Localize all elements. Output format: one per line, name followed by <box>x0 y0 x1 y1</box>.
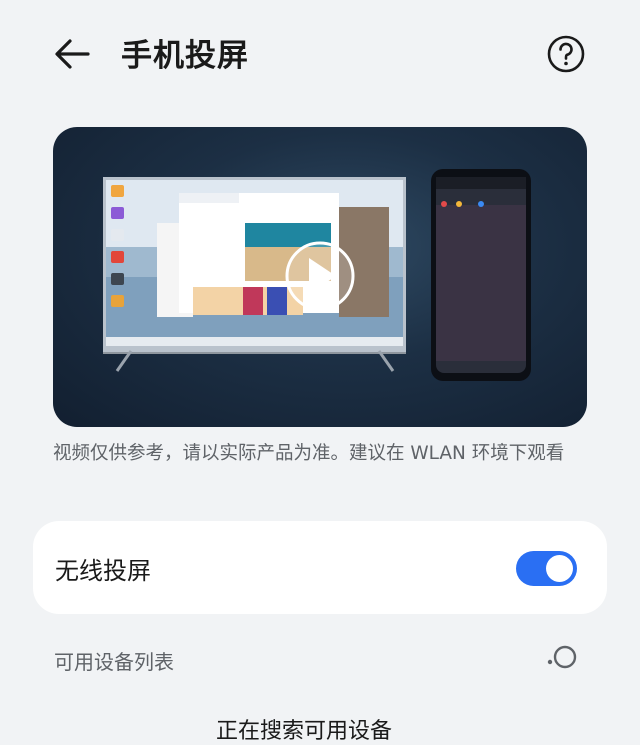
play-button[interactable] <box>285 241 355 311</box>
help-button[interactable] <box>546 34 586 74</box>
back-button[interactable] <box>50 34 94 74</box>
page-title: 手机投屏 <box>121 38 249 74</box>
loading-spinner-icon <box>547 645 577 669</box>
wireless-projection-toggle[interactable] <box>516 551 577 586</box>
searching-status: 正在搜索可用设备 <box>216 719 393 744</box>
tv-illustration <box>103 177 406 372</box>
toggle-knob <box>546 555 573 582</box>
demo-video[interactable] <box>53 127 587 427</box>
wireless-projection-card: 无线投屏 <box>33 521 607 614</box>
loading-spinner <box>546 644 578 672</box>
device-list-title: 可用设备列表 <box>54 650 174 674</box>
wireless-projection-label: 无线投屏 <box>55 557 151 585</box>
app-header: 手机投屏 <box>0 0 640 108</box>
video-caption: 视频仅供参考，请以实际产品为准。建议在 WLAN 环境下观看 <box>53 443 565 464</box>
question-circle-icon <box>547 35 585 73</box>
arrow-left-icon <box>55 39 90 69</box>
phone-illustration <box>431 169 531 381</box>
